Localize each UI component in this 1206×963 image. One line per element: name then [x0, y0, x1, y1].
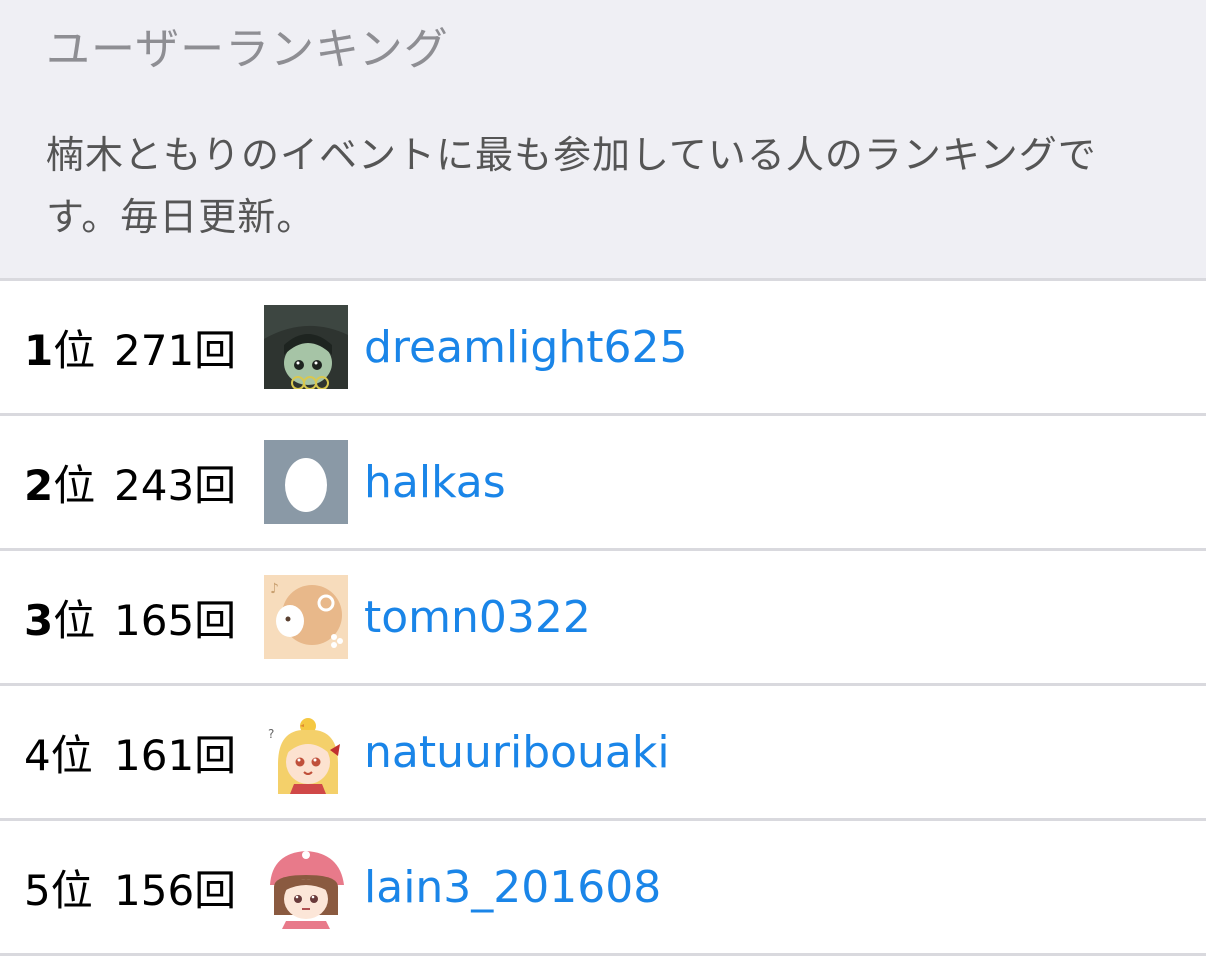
- rank-suffix: 位: [53, 595, 96, 645]
- page-description: 楠木ともりのイベントに最も参加している人のランキングです。毎日更新。: [46, 133, 1097, 239]
- ranking-row[interactable]: 2位 243回 halkas: [0, 416, 1206, 551]
- username-link[interactable]: dreamlight625: [364, 322, 687, 373]
- participation-count: 156回: [114, 865, 237, 915]
- ranking-row[interactable]: 5位 156回 lain3_201608: [0, 821, 1206, 956]
- rank-label: 4位: [24, 722, 100, 783]
- participation-count: 161回: [114, 730, 237, 780]
- rank-label: 1位: [24, 317, 100, 378]
- rank-suffix: 位: [50, 865, 93, 915]
- avatar[interactable]: [264, 440, 348, 524]
- rank-number: 3: [24, 595, 54, 645]
- rank-label: 3位: [24, 587, 100, 648]
- avatar[interactable]: [264, 845, 348, 929]
- rank-number: 1: [24, 325, 54, 375]
- ranking-list: 1位 271回 dreamlight625 2 位 243回 halkas 3 …: [0, 281, 1206, 956]
- rank-number: 2: [24, 460, 54, 510]
- rank-label: 5位: [24, 857, 100, 918]
- username-link[interactable]: tomn0322: [364, 592, 591, 643]
- ranking-row[interactable]: 3位 165回 ♪ tomn0322: [0, 551, 1206, 686]
- rank-label: 2位: [24, 452, 100, 513]
- rank-number: 4: [24, 730, 51, 780]
- ranking-page: ユーザーランキング 楠木ともりのイベントに最も参加している人のランキングです。毎…: [0, 0, 1206, 963]
- participation-count: 271回: [114, 325, 237, 375]
- participation-count: 243回: [114, 460, 237, 510]
- rank-suffix: 位: [50, 730, 93, 780]
- ranking-row[interactable]: 1位 271回 dreamlight625: [0, 281, 1206, 416]
- ranking-row[interactable]: 4位 161回 ? natuuribouaki: [0, 686, 1206, 821]
- page-title: ユーザーランキング: [46, 24, 449, 75]
- svg-text:♪: ♪: [270, 581, 279, 597]
- ranking-header: ユーザーランキング 楠木ともりのイベントに最も参加している人のランキングです。毎…: [0, 0, 1206, 281]
- svg-text:?: ?: [268, 727, 274, 741]
- rank-suffix: 位: [53, 325, 96, 375]
- avatar[interactable]: [264, 305, 348, 389]
- username-link[interactable]: lain3_201608: [364, 862, 661, 913]
- avatar[interactable]: ?: [264, 710, 348, 794]
- username-link[interactable]: natuuribouaki: [364, 727, 670, 778]
- avatar[interactable]: ♪: [264, 575, 348, 659]
- participation-count: 165回: [114, 595, 237, 645]
- rank-suffix: 位: [53, 460, 96, 510]
- username-link[interactable]: halkas: [364, 457, 506, 508]
- rank-number: 5: [24, 865, 51, 915]
